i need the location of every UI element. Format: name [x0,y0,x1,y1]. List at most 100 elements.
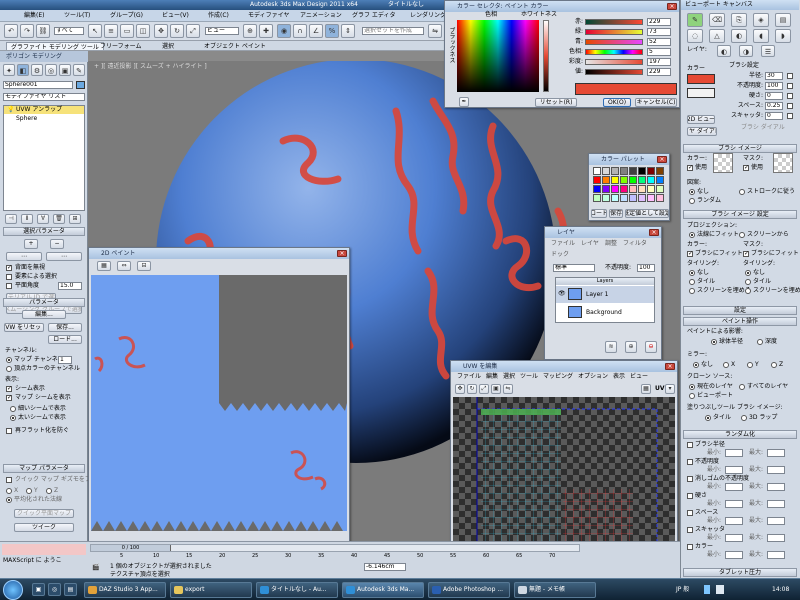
palette-swatch[interactable] [656,194,664,202]
cancel-button[interactable]: キャンセル(C) [635,98,677,107]
palette-swatch[interactable] [593,194,601,202]
menu-item[interactable]: モディファイヤ [248,13,289,19]
reference-coord-dropdown[interactable]: ビュー [205,27,239,35]
maxscript-input[interactable] [2,544,86,555]
hierarchy-tab-icon[interactable]: ⚙ [31,64,43,76]
uvw-freeform-icon[interactable]: ▣ [491,384,501,394]
color-row-field[interactable]: 5 [647,48,671,56]
random-min-field[interactable] [725,500,743,508]
random-rand_hardness-checkbox[interactable] [687,493,693,499]
brush-hardness-field[interactable]: 0 [765,92,783,100]
brush-hardness-pressure-checkbox[interactable] [787,93,793,99]
taskbar-button[interactable]: Autodesk 3ds Ma... [342,582,424,598]
whiteness-slider[interactable] [543,20,549,92]
random-rand_radius-checkbox[interactable] [687,442,693,448]
map-channel-radio[interactable] [6,357,12,363]
maxscript-listener[interactable]: MAXScript に ようこ [0,541,88,578]
volume-icon[interactable] [716,585,724,594]
random-min-field[interactable] [725,551,743,559]
pivot-icon[interactable]: ⊕ [243,24,257,38]
layer-item-background[interactable]: Background [556,304,654,321]
layers-menu-item[interactable]: ファイル [551,241,575,247]
make-unique-icon[interactable]: ∀ [37,214,49,224]
clone-viewport-radio[interactable] [689,393,695,399]
uvw-menu-item[interactable]: ファイル [457,374,481,380]
palette-swatch[interactable] [647,185,655,193]
palette-swatch[interactable] [593,176,601,184]
palette-swatch[interactable] [638,176,646,184]
taskbar-button[interactable]: 無題 - メモ帳 [514,582,596,598]
uvw-editor-close-icon[interactable]: × [665,363,675,370]
load-button[interactable]: ロード... [48,335,82,344]
tiling-screen-radio[interactable] [689,288,695,294]
network-icon[interactable] [704,585,710,594]
sharpen-icon[interactable]: △ [709,29,725,43]
thin-seams-radio[interactable] [10,406,16,412]
palette-swatch[interactable] [629,167,637,175]
pattern-stroke-radio[interactable] [739,189,745,195]
layers-menu-item[interactable]: フィルタ [623,241,647,247]
palette-swatch[interactable] [593,167,601,175]
dodge-icon[interactable]: ◖ [753,29,769,43]
x-coordinate-field[interactable]: -6.146cm [364,563,406,571]
angle-snap-icon[interactable]: ∠ [309,24,323,38]
utilities-tab-icon[interactable]: ✎ [73,64,85,76]
select-by-element-checkbox[interactable] [6,274,12,280]
color-picker-window[interactable]: カラー セレクタ: ペイント カラー × 色相 ホワイトネス ブラックネス 赤:… [444,0,680,108]
random-min-field[interactable] [725,534,743,542]
mirror-y-radio[interactable] [747,362,753,368]
mirror-z-radio[interactable] [771,362,777,368]
new-layer-icon[interactable]: ⊕ [625,341,637,353]
color-row-field[interactable]: 197 [647,58,671,66]
delete-layer-icon[interactable]: ⊖ [645,341,657,353]
random-min-field[interactable] [725,517,743,525]
random-rand_scatter-checkbox[interactable] [687,527,693,533]
depth-radio[interactable] [757,339,763,345]
palette-swatch[interactable] [611,185,619,193]
thick-seams-radio[interactable] [10,415,16,421]
brush-spacing-field[interactable]: 0.25 [765,102,783,110]
palette-swatch[interactable] [647,167,655,175]
reset-uvw-button[interactable]: UVW をリセット [4,323,44,332]
layer-visibility-icon[interactable]: 👁 [558,291,566,297]
random-min-field[interactable] [725,449,743,457]
palette-swatch[interactable] [611,167,619,175]
random-max-field[interactable] [767,534,785,542]
layers-menu-item[interactable]: 調整 [605,241,617,247]
lightbulb-icon[interactable]: 💡 [7,107,14,113]
layers-close-icon[interactable]: × [649,229,659,236]
color-palette-window[interactable]: カラー パレット × ロード 保存 既定値として設定 [588,153,670,221]
ribbon-tab[interactable]: グラファイト モデリング ツール [6,42,104,51]
percent-snap-icon[interactable]: % [325,24,339,38]
browser-icon[interactable]: ◎ [48,583,61,596]
pattern-none-radio[interactable] [689,189,695,195]
clone-icon[interactable]: ⎘ [731,13,747,27]
time-slider-thumb[interactable]: 0 / 100 [91,545,171,551]
language-indicator[interactable]: JP 般 [676,587,689,593]
palette-swatch[interactable] [656,176,664,184]
fill-icon[interactable]: ◈ [753,13,769,27]
redo-icon[interactable]: ↷ [20,24,34,38]
color-row-field[interactable]: 229 [647,68,671,76]
paint-2d-title[interactable]: 2D ペイント [89,248,349,259]
spinner-snap-icon[interactable]: ⇕ [341,24,355,38]
color-row-field[interactable]: 52 [647,38,671,46]
random-rand_erase-checkbox[interactable] [687,476,693,482]
average-normals-radio[interactable] [6,497,12,503]
color-row-slider[interactable] [585,39,643,45]
gradient-icon[interactable]: ▤ [775,13,791,27]
grow-selection-button[interactable]: + [24,239,38,249]
menu-item[interactable]: 作成(C) [208,13,229,19]
brush-radius-field[interactable]: 30 [765,72,783,80]
vertex-color-radio[interactable] [6,366,12,372]
mirror-icon[interactable]: ⇋ [428,24,442,38]
opacity-field[interactable]: 100 [637,264,655,272]
random-rand_space-checkbox[interactable] [687,510,693,516]
tablet-pressure-header[interactable]: タブレット圧力 [683,568,797,577]
secondary-color-swatch[interactable] [687,88,715,98]
undo-icon[interactable]: ↶ [4,24,18,38]
uvw-move-icon[interactable]: ✥ [455,384,465,394]
viewport-canvas-title-bar[interactable]: ビューポート キャンバス [681,0,799,10]
layers-window[interactable]: レイヤ × ファイル レイヤ 調整 フィルタ ドック 標準 不透明度: 100 Lay… [544,226,662,360]
select-by-name-icon[interactable]: ≡ [104,24,118,38]
